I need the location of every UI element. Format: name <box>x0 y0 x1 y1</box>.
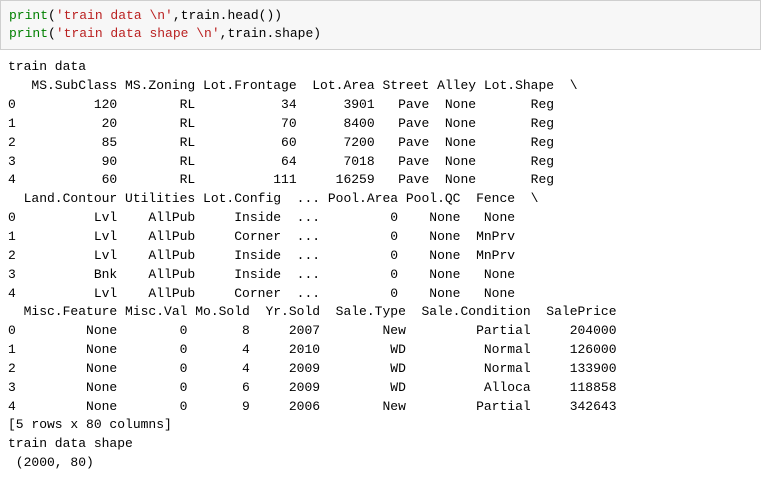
string-literal: 'train data \n' <box>56 8 173 23</box>
table-row: 0 None 0 8 2007 New Partial 204000 <box>8 323 632 338</box>
code-line-2: print('train data shape \n',train.shape) <box>9 25 752 43</box>
code-input-cell[interactable]: print('train data \n',train.head()) prin… <box>0 0 761 50</box>
code-output-cell: train data MS.SubClass MS.Zoning Lot.Fro… <box>0 50 761 473</box>
table-header: MS.SubClass MS.Zoning Lot.Frontage Lot.A… <box>8 78 578 93</box>
table-header: Land.Contour Utilities Lot.Config ... Po… <box>8 191 539 206</box>
table-header: Misc.Feature Misc.Val Mo.Sold Yr.Sold Sa… <box>8 304 632 319</box>
table-row: 4 Lvl AllPub Corner ... 0 None None <box>8 286 539 301</box>
fn-print: print <box>9 8 48 23</box>
output-title: train data shape <box>8 436 141 451</box>
table-row: 3 None 0 6 2009 WD Alloca 118858 <box>8 380 632 395</box>
shape-value: (2000, 80) <box>8 455 94 470</box>
table-row: 2 None 0 4 2009 WD Normal 133900 <box>8 361 632 376</box>
table-row: 0 Lvl AllPub Inside ... 0 None None <box>8 210 539 225</box>
table-row: 1 None 0 4 2010 WD Normal 126000 <box>8 342 632 357</box>
output-title: train data <box>8 59 94 74</box>
table-row: 1 20 RL 70 8400 Pave None Reg <box>8 116 578 131</box>
table-row: 3 90 RL 64 7018 Pave None Reg <box>8 154 578 169</box>
fn-print: print <box>9 26 48 41</box>
table-row: 2 Lvl AllPub Inside ... 0 None MnPrv <box>8 248 539 263</box>
table-row: 3 Bnk AllPub Inside ... 0 None None <box>8 267 539 282</box>
table-row: 0 120 RL 34 3901 Pave None Reg <box>8 97 578 112</box>
table-row: 2 85 RL 60 7200 Pave None Reg <box>8 135 578 150</box>
table-row: 4 None 0 9 2006 New Partial 342643 <box>8 399 632 414</box>
string-literal: 'train data shape \n' <box>56 26 220 41</box>
table-row: 1 Lvl AllPub Corner ... 0 None MnPrv <box>8 229 539 244</box>
table-row: 4 60 RL 111 16259 Pave None Reg <box>8 172 578 187</box>
shape-note: [5 rows x 80 columns] <box>8 417 172 432</box>
code-line-1: print('train data \n',train.head()) <box>9 7 752 25</box>
